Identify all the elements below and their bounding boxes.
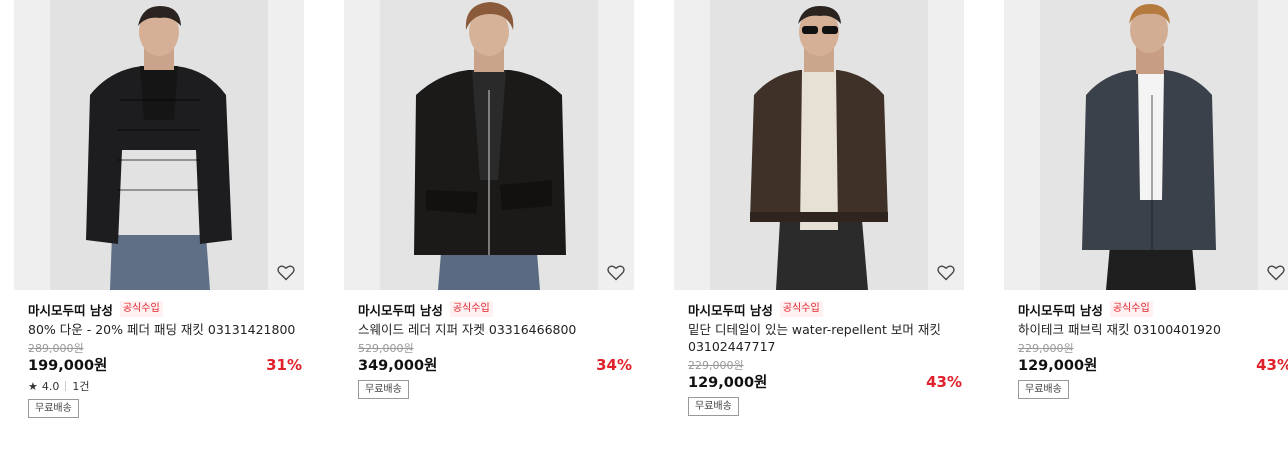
review-count: 1건: [72, 380, 90, 393]
sale-price: 129,000원: [1018, 358, 1098, 374]
product-card[interactable]: 마시모두띠 남성 공식수입 80% 다운 - 20% 페더 패딩 재킷 0313…: [14, 0, 304, 457]
product-name[interactable]: 밑단 디테일이 있는 water-repellent 보머 재킷 0310244…: [688, 321, 960, 355]
product-card[interactable]: 마시모두띠 남성 공식수입 스웨이드 레더 지퍼 자켓 03316466800 …: [344, 0, 634, 457]
discount-rate: 34%: [596, 356, 632, 374]
model-photo: [50, 0, 268, 290]
product-info: 마시모두띠 남성 공식수입 하이테크 패브릭 재킷 03100401920 22…: [1004, 300, 1288, 399]
product-image[interactable]: [1004, 0, 1288, 290]
brand-name[interactable]: 마시모두띠 남성: [1018, 300, 1103, 319]
free-shipping-tag: 무료배송: [28, 399, 79, 418]
product-image[interactable]: [14, 0, 304, 290]
free-shipping-tag: 무료배송: [358, 380, 409, 399]
product-name[interactable]: 80% 다운 - 20% 페더 패딩 재킷 03131421800: [28, 321, 300, 338]
model-photo: [1040, 0, 1258, 290]
discount-rate: 31%: [266, 356, 302, 374]
brand-name[interactable]: 마시모두띠 남성: [28, 300, 113, 319]
brand-name[interactable]: 마시모두띠 남성: [358, 300, 443, 319]
rating-row: ★ 4.0 1건: [28, 378, 304, 394]
brand-name[interactable]: 마시모두띠 남성: [688, 300, 773, 319]
original-price: 229,000원: [1018, 342, 1074, 355]
free-shipping-tag: 무료배송: [688, 397, 739, 416]
product-card[interactable]: 마시모두띠 남성 공식수입 하이테크 패브릭 재킷 03100401920 22…: [1004, 0, 1288, 457]
sale-price: 129,000원: [688, 375, 768, 391]
sale-price: 349,000원: [358, 358, 438, 374]
official-import-badge: 공식수입: [449, 301, 493, 317]
original-price: 229,000원: [688, 359, 744, 372]
wishlist-heart-icon[interactable]: [1266, 262, 1286, 282]
wishlist-heart-icon[interactable]: [936, 262, 956, 282]
product-image[interactable]: [344, 0, 634, 290]
product-info: 마시모두띠 남성 공식수입 스웨이드 레더 지퍼 자켓 03316466800 …: [344, 300, 634, 399]
discount-rate: 43%: [926, 373, 962, 391]
product-image[interactable]: [674, 0, 964, 290]
model-photo: [380, 0, 598, 290]
product-name[interactable]: 하이테크 패브릭 재킷 03100401920: [1018, 321, 1288, 338]
rating-value: 4.0: [41, 379, 60, 393]
official-import-badge: 공식수입: [119, 301, 163, 317]
model-photo: [710, 0, 928, 290]
free-shipping-tag: 무료배송: [1018, 380, 1069, 399]
sale-price: 199,000원: [28, 358, 108, 374]
original-price: 289,000원: [28, 342, 84, 355]
product-card[interactable]: 마시모두띠 남성 공식수입 밑단 디테일이 있는 water-repellent…: [674, 0, 964, 457]
official-import-badge: 공식수입: [779, 301, 823, 317]
wishlist-heart-icon[interactable]: [606, 262, 626, 282]
product-grid: 마시모두띠 남성 공식수입 80% 다운 - 20% 페더 패딩 재킷 0313…: [0, 0, 1288, 457]
star-icon: ★: [28, 379, 38, 393]
product-info: 마시모두띠 남성 공식수입 밑단 디테일이 있는 water-repellent…: [674, 300, 964, 416]
original-price: 529,000원: [358, 342, 414, 355]
product-name[interactable]: 스웨이드 레더 지퍼 자켓 03316466800: [358, 321, 630, 338]
discount-rate: 43%: [1256, 356, 1288, 374]
official-import-badge: 공식수입: [1109, 301, 1153, 317]
wishlist-heart-icon[interactable]: [276, 262, 296, 282]
product-info: 마시모두띠 남성 공식수입 80% 다운 - 20% 페더 패딩 재킷 0313…: [14, 300, 304, 418]
